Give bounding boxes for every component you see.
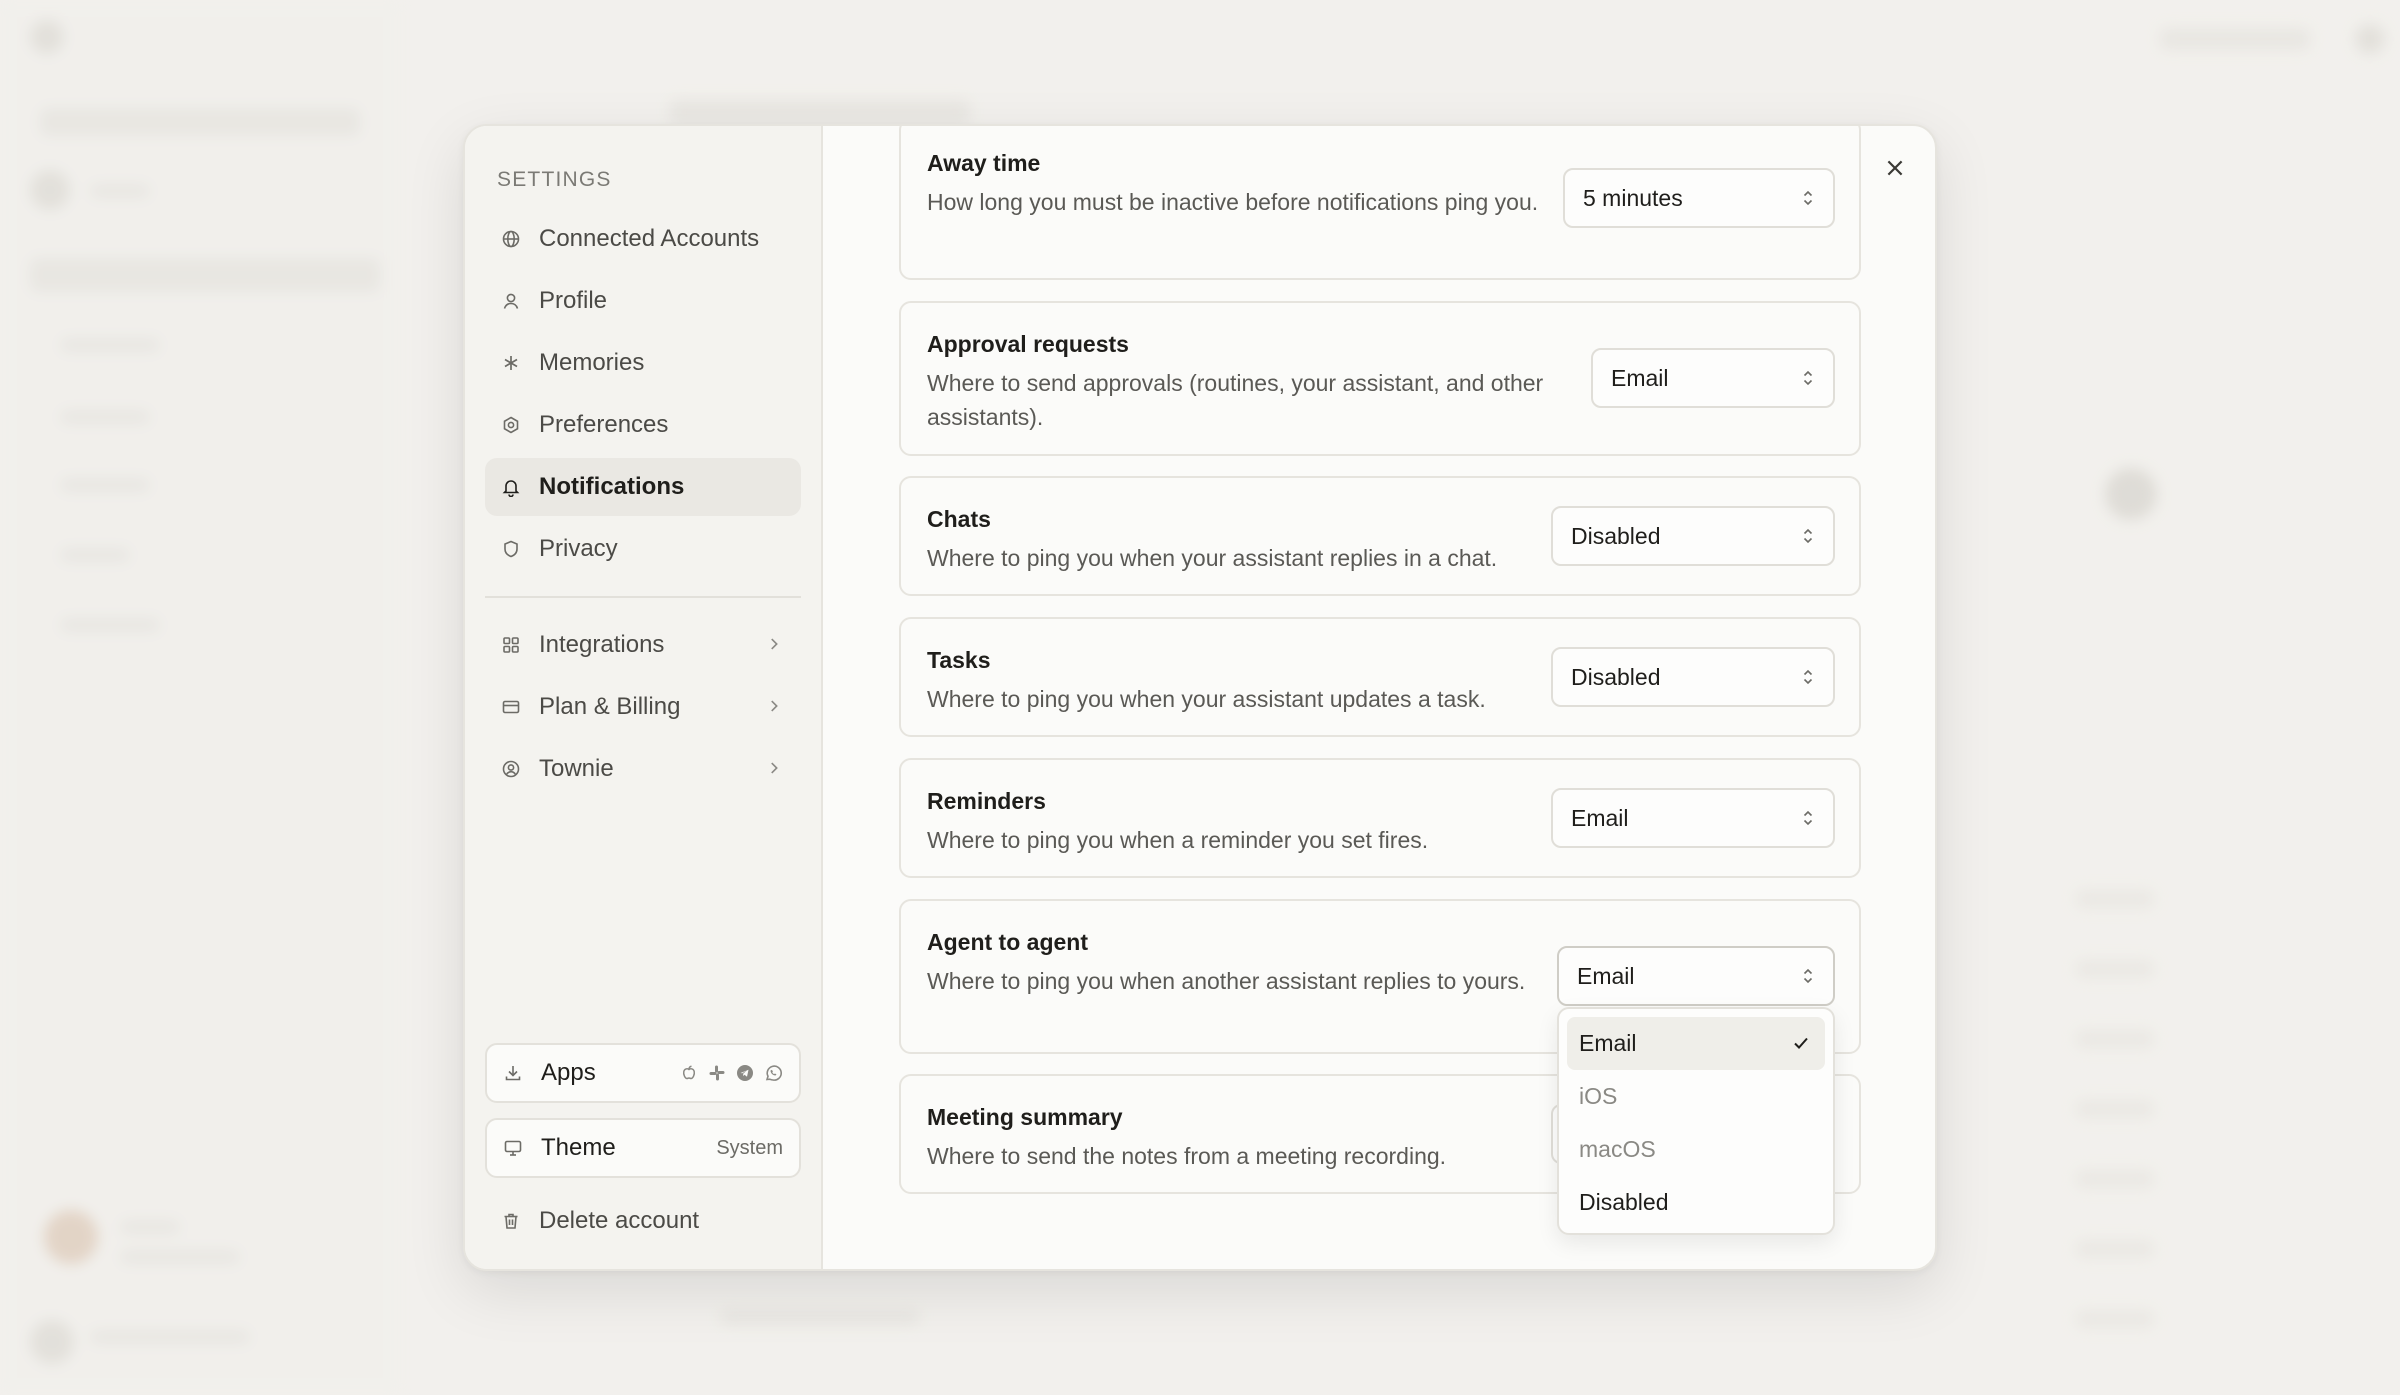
theme-button[interactable]: Theme System [485,1118,801,1178]
sidebar-item-plan-billing[interactable]: Plan & Billing [485,678,801,736]
chats-select[interactable]: Disabled [1551,506,1835,566]
sidebar-item-label: Privacy [539,535,618,562]
dropdown-option-disabled[interactable]: Disabled [1567,1176,1825,1229]
dropdown-option-email[interactable]: Email [1567,1017,1825,1070]
chevron-right-icon [771,638,778,650]
setting-row-chats: Chats Where to ping you when your assist… [899,476,1861,596]
apple-icon [682,1065,696,1080]
select-value: Disabled [1571,663,1661,690]
select-value: 5 minutes [1583,184,1683,211]
setting-row-away-time: Away time How long you must be inactive … [899,126,1861,280]
grid-icon [501,635,521,655]
sidebar-item-townie[interactable]: Townie [485,740,801,798]
tasks-select[interactable]: Disabled [1551,647,1835,707]
apps-label: Apps [541,1059,596,1086]
setting-description: Where to send approvals (routines, your … [927,370,1544,430]
setting-title: Chats [927,506,991,532]
settings-heading: SETTINGS [497,168,612,191]
delete-account-label: Delete account [539,1207,700,1234]
sidebar-item-label: Profile [539,287,608,314]
away-time-select[interactable]: 5 minutes [1563,168,1835,228]
sidebar-item-privacy[interactable]: Privacy [485,520,801,578]
setting-description: How long you must be inactive before not… [927,189,1539,215]
sidebar-item-preferences[interactable]: Preferences [485,396,801,454]
settings-sidebar: SETTINGS Connected Accounts Profile Memo… [465,126,823,1269]
trash-icon [501,1211,521,1231]
sidebar-item-label: Memories [539,349,645,376]
chevron-updown-icon [1803,669,1813,685]
theme-value: System [716,1136,783,1159]
setting-description: Where to send the notes from a meeting r… [927,1143,1447,1169]
dropdown-option-ios[interactable]: iOS [1567,1070,1825,1123]
close-icon [1887,160,1903,176]
chevron-right-icon [771,762,778,774]
gear-icon [501,415,521,435]
card-icon [501,697,521,717]
chevron-updown-icon [1803,190,1813,206]
setting-title: Tasks [927,647,991,673]
sidebar-item-profile[interactable]: Profile [485,272,801,330]
sidebar-item-connected-accounts[interactable]: Connected Accounts [485,210,801,268]
close-button[interactable] [1875,148,1915,188]
sidebar-item-label: Townie [539,755,614,782]
setting-row-tasks: Tasks Where to ping you when your assist… [899,617,1861,737]
chevron-updown-icon [1803,528,1813,544]
select-value: Email [1571,804,1629,831]
download-icon [503,1063,523,1083]
dropdown-option-macos[interactable]: macOS [1567,1123,1825,1176]
chevron-updown-icon [1803,810,1813,826]
user-icon [501,291,521,311]
sidebar-item-memories[interactable]: Memories [485,334,801,392]
theme-label: Theme [541,1134,616,1161]
option-label: iOS [1579,1083,1618,1109]
setting-row-approval-requests: Approval requests Where to send approval… [899,301,1861,456]
chevron-updown-icon [1803,370,1813,386]
checkmark-icon [1794,1037,1808,1049]
select-value: Email [1611,364,1669,391]
sidebar-divider [485,596,801,598]
setting-description: Where to ping you when your assistant up… [927,686,1486,712]
reminders-select[interactable]: Email [1551,788,1835,848]
select-value: Disabled [1571,522,1661,549]
sidebar-item-label: Preferences [539,411,669,438]
setting-title: Approval requests [927,331,1129,357]
slack-icon [709,1065,725,1081]
select-value: Email [1577,962,1635,989]
sidebar-item-label: Connected Accounts [539,225,760,252]
sidebar-item-label: Integrations [539,631,665,658]
sidebar-item-label: Notifications [539,473,685,500]
setting-title: Meeting summary [927,1104,1123,1130]
option-label: Disabled [1579,1189,1669,1215]
chevron-updown-icon [1803,968,1813,984]
app-icons [679,1063,783,1083]
monitor-icon [503,1138,523,1158]
setting-row-reminders: Reminders Where to ping you when a remin… [899,758,1861,878]
delete-account-button[interactable]: Delete account [485,1193,801,1249]
chevron-right-icon [771,700,778,712]
sidebar-item-integrations[interactable]: Integrations [485,616,801,674]
setting-description: Where to ping you when a reminder you se… [927,827,1429,853]
setting-description: Where to ping you when your assistant re… [927,545,1498,571]
setting-description: Where to ping you when another assistant… [927,968,1526,994]
agent-to-agent-select[interactable]: Email [1557,946,1835,1006]
telegram-icon [737,1065,753,1081]
globe-icon [501,229,521,249]
whatsapp-icon [765,1065,783,1081]
shield-icon [501,539,521,559]
option-label: macOS [1579,1136,1656,1162]
setting-title: Agent to agent [927,929,1088,955]
asterisk-icon [501,353,521,373]
approval-requests-select[interactable]: Email [1591,348,1835,408]
bell-icon [501,477,521,497]
sidebar-item-notifications[interactable]: Notifications [485,458,801,516]
agent-to-agent-dropdown: Email iOS macOS Disabled [1557,1007,1835,1235]
sidebar-item-label: Plan & Billing [539,693,681,720]
setting-title: Away time [927,150,1041,176]
sidebar-bottom: Apps Theme System Delete account [485,1043,801,1249]
option-label: Email [1579,1030,1637,1056]
avatar-circle-icon [501,759,521,779]
apps-button[interactable]: Apps [485,1043,801,1103]
setting-title: Reminders [927,788,1046,814]
